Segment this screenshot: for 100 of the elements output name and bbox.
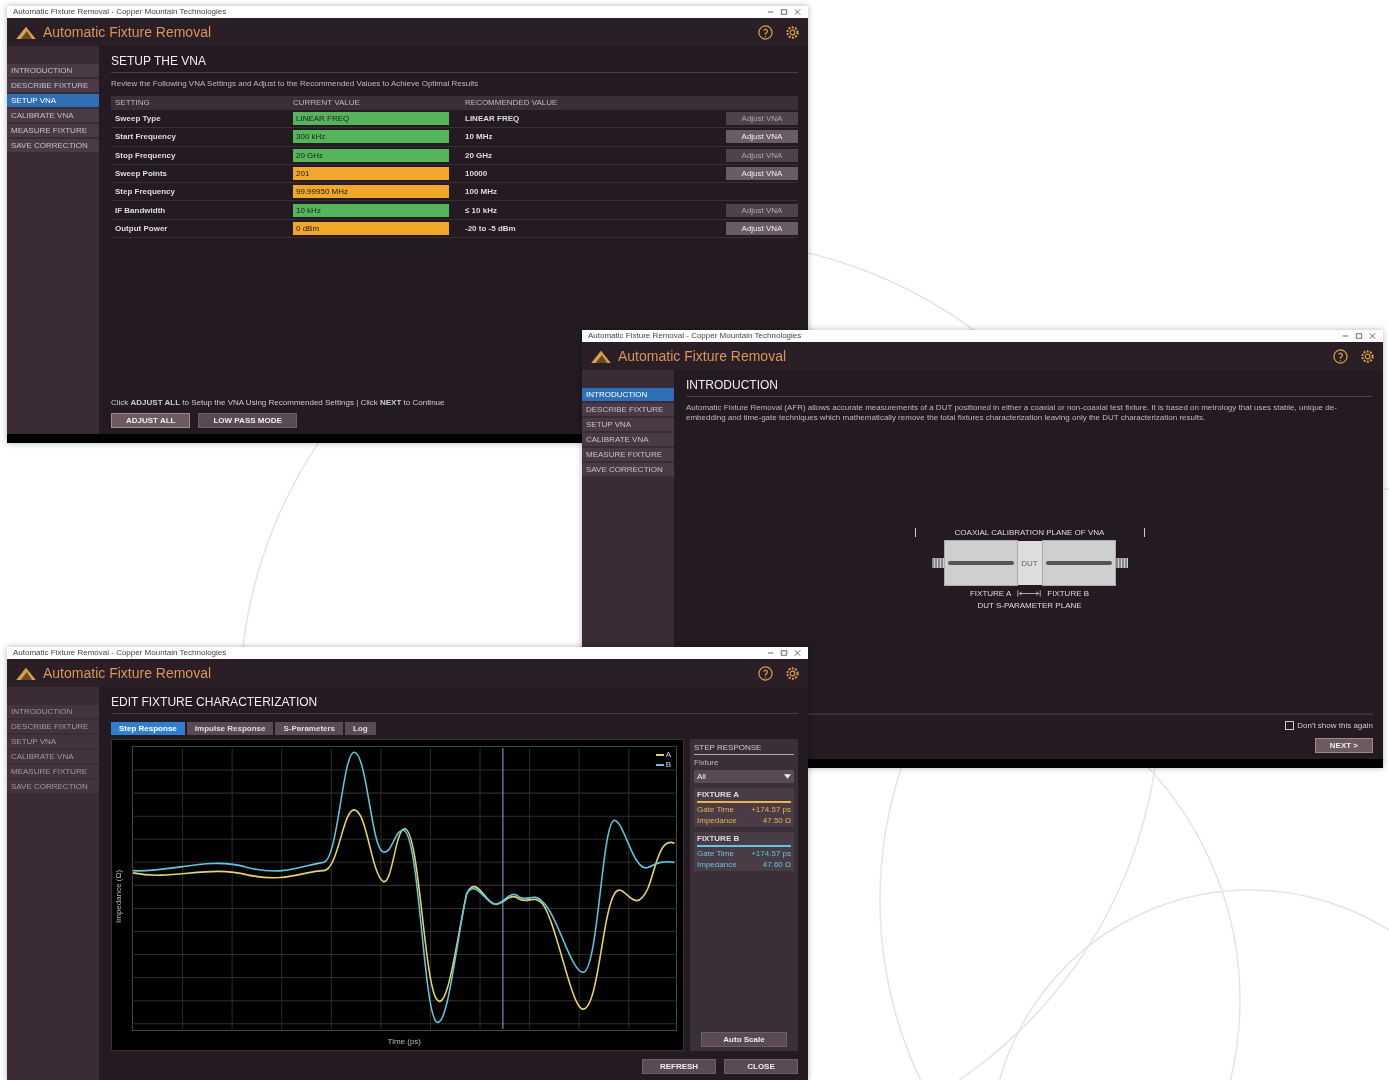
panel-title: STEP RESPONSE [694, 743, 794, 755]
setting-name: Sweep Points [114, 169, 168, 179]
sidebar-item[interactable]: DESCRIBE FIXTURE [7, 79, 99, 92]
sidebar-item[interactable]: SAVE CORRECTION [582, 463, 674, 476]
recommended-value: 10000 [464, 169, 489, 179]
tab[interactable]: Step Response [111, 722, 185, 735]
current-value-field: 201 [293, 167, 449, 181]
action-button[interactable]: ADJUST ALL [111, 413, 191, 428]
column-header: SETTING [114, 98, 151, 107]
property-label: Impedance [697, 860, 737, 869]
window-controls-icon[interactable] [766, 649, 802, 657]
property-value: 47.60 Ω [762, 860, 791, 869]
window-title: Automatic Fixture Removal - Copper Mountain Technologies [13, 6, 227, 18]
help-icon[interactable] [758, 665, 773, 681]
legend-label: A [665, 750, 671, 759]
calibration-plane-label: COAXIAL CALIBRATION PLANE OF VNA [914, 528, 1145, 537]
setting-name: Stop Frequency [114, 150, 177, 160]
property-label: Impedance [697, 816, 737, 825]
property-value: +174.57 ps [751, 849, 791, 858]
checkbox-label: Don't show this again [1297, 721, 1373, 730]
y-axis-label: Impedance (Ω) [114, 868, 124, 925]
connector-icon [931, 558, 944, 568]
recommended-value: ≤ 10 kHz [464, 205, 498, 215]
property-value: +174.57 ps [751, 805, 791, 814]
page-heading: SETUP THE VNA [111, 54, 798, 73]
fixture-dropdown[interactable]: All [694, 770, 794, 783]
settings-icon[interactable] [1360, 348, 1375, 364]
next-button[interactable]: NEXT > [1314, 738, 1373, 753]
adjust-vna-button[interactable]: Adjust VNA [726, 221, 798, 235]
window-controls-icon[interactable] [766, 8, 802, 16]
adjust-vna-button[interactable]: Adjust VNA [726, 167, 798, 181]
s-parameter-plane-label: DUT S-PARAMETER PLANE [977, 601, 1082, 610]
window-title: Automatic Fixture Removal - Copper Mountain Technologies [588, 330, 802, 342]
help-icon[interactable] [1333, 348, 1348, 364]
fixture-label: FIXTURE A [969, 589, 1012, 598]
x-axis-label: Time (ps) [386, 1036, 423, 1046]
property-label: Gate Time [697, 849, 734, 858]
sidebar-item[interactable]: SAVE CORRECTION [7, 139, 99, 152]
window-controls-icon[interactable] [1341, 332, 1377, 340]
logo-icon [15, 24, 37, 40]
current-value-field: 99.99950 MHz [293, 185, 449, 199]
auto-scale-button[interactable]: Auto Scale [701, 1032, 787, 1047]
sidebar-item[interactable]: CALIBRATE VNA [7, 109, 99, 122]
legend-label: B [665, 760, 671, 769]
adjust-vna-button[interactable]: Adjust VNA [726, 130, 798, 144]
column-header: CURRENT VALUE [292, 98, 361, 107]
app-title: Automatic Fixture Removal [43, 665, 212, 681]
fixture-name: FIXTURE A [697, 790, 740, 799]
setting-name: Start Frequency [114, 132, 177, 142]
sidebar-item[interactable]: SETUP VNA [582, 418, 674, 431]
recommended-value: 20 GHz [464, 150, 494, 160]
recommended-value: 10 MHz [464, 132, 494, 142]
action-button[interactable]: LOW PASS MODE [198, 413, 297, 428]
app-title: Automatic Fixture Removal [43, 24, 212, 40]
current-value-field: 300 kHz [293, 130, 449, 144]
property-value: 47.50 Ω [762, 816, 791, 825]
settings-icon[interactable] [785, 665, 800, 681]
logo-icon [15, 665, 37, 681]
fixture-name: FIXTURE B [697, 834, 741, 843]
current-value-field: 20 GHz [293, 148, 449, 162]
setting-name: Step Frequency [114, 187, 176, 197]
fixture-label: FIXTURE B [1047, 589, 1090, 598]
dimension-arrow-icon [1017, 590, 1042, 597]
tab[interactable]: Log [345, 722, 376, 735]
logo-icon [590, 348, 612, 364]
sidebar-item[interactable]: DESCRIBE FIXTURE [582, 403, 674, 416]
intro-paragraph: Automatic Fixture Removal (AFR) allows accurate measurements of a DUT positioned in either a coaxial or non-coaxial test fixture. It is based on metrology that uses stable, unique de-embedding and time-gate techniques which mathematically remove the total fixtures characterization leaving only the DUT characterization results. [686, 403, 1338, 423]
action-button[interactable]: REFRESH [642, 1059, 716, 1074]
instruction-text: Click ADJUST ALL to Setup the VNA Using Recommended Settings | Click NEXT to Continue [111, 398, 446, 407]
window-title: Automatic Fixture Removal - Copper Mountain Technologies [13, 647, 227, 659]
page-heading: EDIT FIXTURE CHARACTERIZATION [111, 695, 798, 714]
setting-name: Sweep Type [114, 114, 162, 124]
recommended-value: LINEAR FREQ [464, 114, 521, 124]
app-title: Automatic Fixture Removal [618, 348, 787, 364]
recommended-value: -20 to -5 dBm [464, 223, 517, 233]
tab[interactable]: S-Parameters [275, 722, 344, 735]
checkbox[interactable] [1285, 721, 1295, 730]
tab[interactable]: Impulse Response [186, 722, 274, 735]
caret-icon [784, 774, 791, 779]
help-icon[interactable] [758, 24, 773, 40]
sidebar-item[interactable]: INTRODUCTION [582, 388, 674, 401]
current-value-field: 0 dBm [293, 221, 449, 235]
field-label: Fixture [694, 758, 720, 767]
sidebar-item[interactable]: SETUP VNA [7, 94, 99, 107]
setting-name: Output Power [114, 223, 169, 233]
page-subtitle: Review the Following VNA Settings and Adjust to the Recommended Values to Achieve Optimal Results [111, 79, 480, 88]
sidebar-item[interactable]: MEASURE FIXTURE [582, 448, 674, 461]
dut-label: DUT [1017, 541, 1042, 585]
sidebar-item[interactable]: CALIBRATE VNA [582, 433, 674, 446]
connector-icon [1115, 558, 1128, 568]
column-header: RECOMMENDED VALUE [464, 98, 559, 107]
current-value-field: 10 kHz [293, 203, 449, 217]
settings-icon[interactable] [785, 24, 800, 40]
sidebar-item[interactable]: MEASURE FIXTURE [7, 124, 99, 137]
sidebar-item[interactable]: INTRODUCTION [7, 64, 99, 77]
property-label: Gate Time [697, 805, 734, 814]
recommended-value: 100 MHz [464, 187, 498, 197]
page-heading: INTRODUCTION [686, 378, 1373, 397]
setting-name: IF Bandwidth [114, 205, 167, 215]
action-button[interactable]: CLOSE [724, 1059, 798, 1074]
